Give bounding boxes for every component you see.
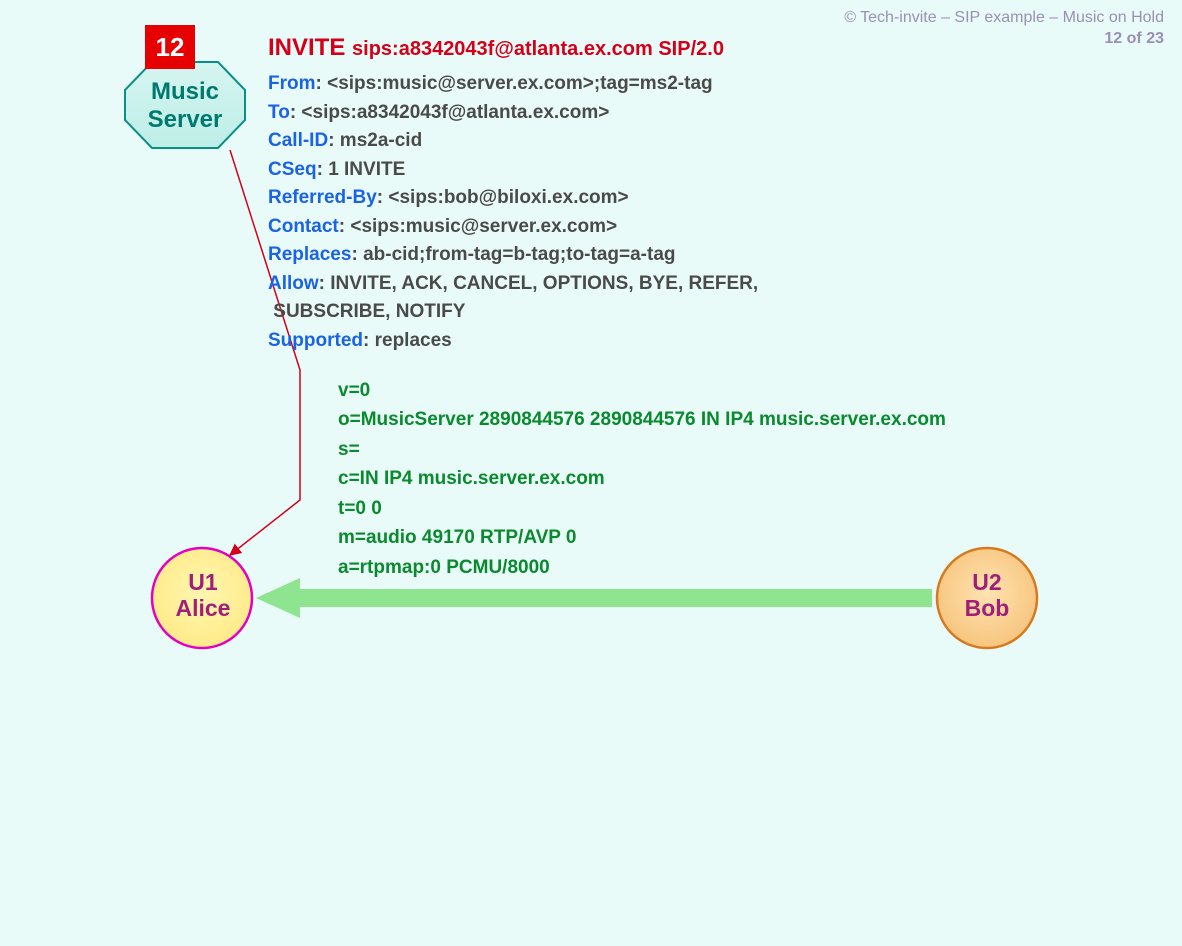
hdr-allow-cont: SUBSCRIBE, NOTIFY <box>268 298 1028 327</box>
sdp-s: s= <box>338 435 1038 464</box>
sdp-c: c=IN IP4 music.server.ex.com <box>338 464 1038 493</box>
sdp-o: o=MusicServer 2890844576 2890844576 IN I… <box>338 405 1038 434</box>
hdr-supported: Supported: replaces <box>268 327 1028 356</box>
sdp-body-block: v=0 o=MusicServer 2890844576 2890844576 … <box>338 376 1038 582</box>
diagram-stage: © Tech-invite – SIP example – Music on H… <box>0 0 1182 946</box>
sip-method: INVITE <box>268 34 345 61</box>
sdp-t: t=0 0 <box>338 494 1038 523</box>
sdp-a: a=rtpmap:0 PCMU/8000 <box>338 553 1038 582</box>
sdp-v: v=0 <box>338 376 1038 405</box>
sip-request-line: INVITE sips:a8342043f@atlanta.ex.com SIP… <box>268 30 1028 66</box>
hdr-contact: Contact: <sips:music@server.ex.com> <box>268 213 1028 242</box>
hdr-allow: Allow: INVITE, ACK, CANCEL, OPTIONS, BYE… <box>268 270 1028 299</box>
hdr-referred-by: Referred-By: <sips:bob@biloxi.ex.com> <box>268 184 1028 213</box>
session-arrow <box>256 578 932 618</box>
sip-request-uri: sips:a8342043f@atlanta.ex.com SIP/2.0 <box>352 38 724 60</box>
hdr-call-id: Call-ID: ms2a-cid <box>268 127 1028 156</box>
hdr-to: To: <sips:a8342043f@atlanta.ex.com> <box>268 99 1028 128</box>
sip-message-block: INVITE sips:a8342043f@atlanta.ex.com SIP… <box>268 30 1028 355</box>
step-number-badge: 12 <box>145 25 195 69</box>
music-server-label: Music Server <box>125 78 245 133</box>
sdp-m: m=audio 49170 RTP/AVP 0 <box>338 523 1038 552</box>
hdr-cseq: CSeq: 1 INVITE <box>268 156 1028 185</box>
hdr-replaces: Replaces: ab-cid;from-tag=b-tag;to-tag=a… <box>268 241 1028 270</box>
hdr-from: From: <sips:music@server.ex.com>;tag=ms2… <box>268 70 1028 99</box>
credit-text: © Tech-invite – SIP example – Music on H… <box>844 9 1164 26</box>
alice-label: U1 Alice <box>158 569 248 622</box>
